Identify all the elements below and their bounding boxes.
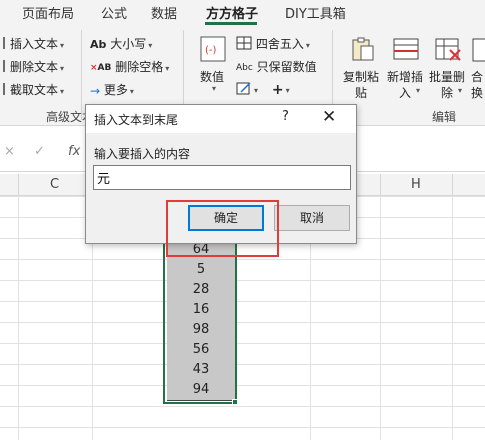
keep-numeric-label: 只保留数值 xyxy=(256,60,317,74)
ribbon-divider xyxy=(81,30,82,120)
plus-icon: + xyxy=(271,81,284,98)
dialog-title: 插入文本到末尾 xyxy=(94,113,179,127)
numeric-label: 数值 xyxy=(200,70,225,84)
merge-label: 合 xyxy=(471,70,484,84)
case-icon: Ab xyxy=(90,38,107,51)
batch-delete-button[interactable]: 批量删 除 ▾ xyxy=(428,34,470,104)
svg-text:(-): (-) xyxy=(205,45,217,56)
case-button[interactable]: Ab 大小写 ▾ xyxy=(90,35,152,52)
merge-label-2: 换 xyxy=(471,86,484,100)
active-tab-indicator xyxy=(205,22,257,25)
edit-cell-icon xyxy=(236,81,252,98)
batch-delete-label-2: 除 xyxy=(441,86,454,100)
case-label: 大小写 xyxy=(110,37,147,51)
tab-page-layout[interactable]: 页面布局 xyxy=(22,3,74,22)
cell[interactable]: 16 xyxy=(167,300,235,321)
fill-handle[interactable] xyxy=(232,399,238,405)
insert-new-button[interactable]: 新增插 入 ▾ xyxy=(386,34,428,104)
highlight-annotation xyxy=(166,200,279,257)
cell[interactable]: 43 xyxy=(167,360,235,381)
tab-diy-toolbox[interactable]: DIY工具箱 xyxy=(285,3,346,22)
round-button[interactable]: 四舍五入 ▾ xyxy=(236,35,310,53)
extract-text-icon xyxy=(2,82,10,99)
batch-delete-label: 批量删 xyxy=(429,70,466,84)
close-button[interactable]: ✕ xyxy=(322,107,336,127)
keep-numeric-button[interactable]: Abc 只保留数值 xyxy=(236,58,317,75)
abc-icon: Abc xyxy=(236,62,253,73)
copy-paste-label: 复制粘 xyxy=(343,70,380,84)
insert-text-icon xyxy=(2,36,10,53)
insert-new-label-2: 入 xyxy=(399,86,412,100)
tab-data[interactable]: 数据 xyxy=(151,3,177,22)
cell[interactable]: 56 xyxy=(167,340,235,361)
confirm-entry-icon[interactable]: ✓ xyxy=(34,144,45,159)
insert-text-label: 插入文本 xyxy=(10,37,59,51)
delete-space-label: 删除空格 xyxy=(115,60,164,74)
insert-rows-icon xyxy=(392,36,420,65)
insert-new-label: 新增插 xyxy=(387,70,424,84)
help-button[interactable]: ? xyxy=(282,109,289,124)
delete-space-icon: ×AB xyxy=(90,62,112,73)
cancel-button[interactable]: 取消 xyxy=(274,205,350,231)
function-icon[interactable]: fx xyxy=(68,144,80,159)
more-button[interactable]: → 更多 ▾ xyxy=(90,81,134,98)
cell[interactable]: 5 xyxy=(167,260,235,281)
extract-text-button[interactable]: 截取文本 ▾ xyxy=(2,81,64,99)
delete-space-button[interactable]: ×AB 删除空格 ▾ xyxy=(90,58,169,75)
cell[interactable]: 94 xyxy=(167,380,235,401)
insert-text-button[interactable]: 插入文本 ▾ xyxy=(2,35,64,53)
dialog-prompt: 输入要插入的内容 xyxy=(94,147,191,161)
group-label-edit: 编辑 xyxy=(432,110,457,124)
column-header-h[interactable]: H xyxy=(411,177,421,192)
round-icon xyxy=(236,36,252,53)
merge-button[interactable]: 合 换 xyxy=(470,34,485,104)
numeric-button[interactable]: (-) 数值 ▾ xyxy=(196,34,230,100)
cancel-entry-icon[interactable]: × xyxy=(4,144,15,159)
copy-paste-label-2: 贴 xyxy=(355,86,368,100)
arrow-right-icon: → xyxy=(90,83,101,98)
more-label: 更多 xyxy=(103,83,128,97)
copy-paste-button[interactable]: 复制粘 贴 xyxy=(342,34,384,104)
ribbon-tab-bar: 页面布局 公式 数据 方方格子 DIY工具箱 xyxy=(0,0,485,26)
edit-format-button[interactable]: ▾ + ▾ xyxy=(236,81,290,98)
merge-icon xyxy=(472,38,485,65)
insert-content-input[interactable] xyxy=(93,165,351,190)
tab-formulas[interactable]: 公式 xyxy=(101,3,127,22)
clipboard-icon xyxy=(350,36,376,65)
extract-text-label: 截取文本 xyxy=(10,83,59,97)
column-header-c[interactable]: C xyxy=(50,177,59,192)
numeric-icon: (-) xyxy=(200,36,226,65)
tab-fangfang[interactable]: 方方格子 xyxy=(206,3,258,22)
batch-delete-icon xyxy=(434,36,462,65)
delete-text-button[interactable]: 删除文本 ▾ xyxy=(2,58,64,76)
round-label: 四舍五入 xyxy=(255,37,304,51)
delete-text-icon xyxy=(2,59,10,76)
cell[interactable]: 28 xyxy=(167,280,235,301)
delete-text-label: 删除文本 xyxy=(10,60,59,74)
cell[interactable]: 98 xyxy=(167,320,235,341)
